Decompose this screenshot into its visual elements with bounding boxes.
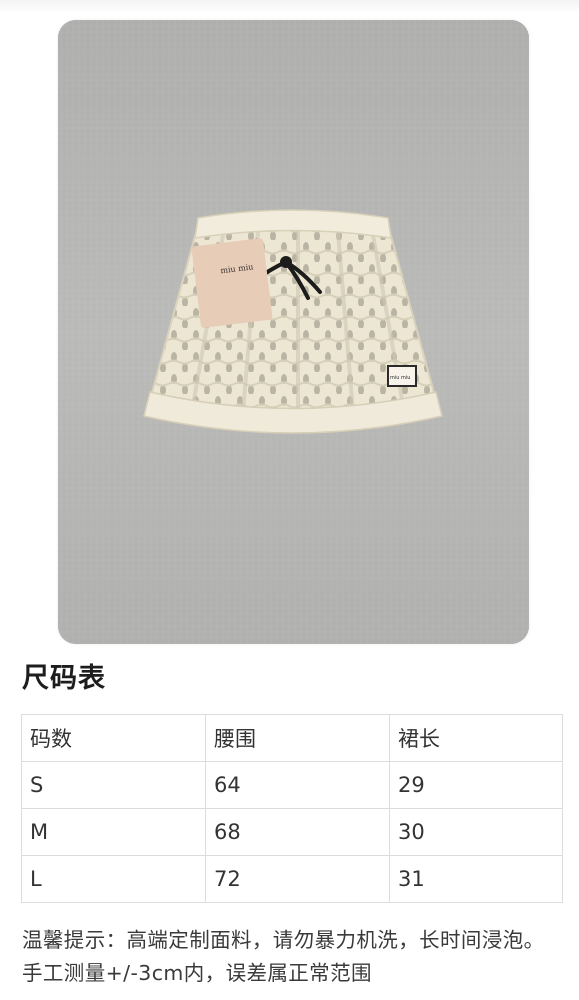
table-row: M 68 30 <box>21 808 563 856</box>
cell-size: S <box>21 761 206 809</box>
top-strip <box>0 0 579 14</box>
hang-tag: miu miu <box>191 237 273 328</box>
care-note: 温馨提示：高端定制面料，请勿暴力机洗，长时间浸泡。手工测量+/-3cm内，误差属… <box>22 928 545 985</box>
brand-patch: miu miu <box>387 365 417 387</box>
size-chart-table: 码数 腰围 裙长 S 64 29 M 68 30 L 72 31 <box>21 714 563 903</box>
header-size: 码数 <box>21 714 206 762</box>
cell-waist: 64 <box>205 761 390 809</box>
cell-length: 30 <box>389 808 563 856</box>
patch-brand-text: miu miu <box>390 375 410 381</box>
cell-size: M <box>21 808 206 856</box>
size-chart-title: 尺码表 <box>22 663 106 694</box>
product-page: miu miu miu miu 尺码表 码数 腰围 裙长 S 64 29 M 6… <box>0 0 579 1000</box>
cell-waist: 68 <box>205 808 390 856</box>
cell-length: 31 <box>389 855 563 903</box>
cell-waist: 72 <box>205 855 390 903</box>
header-waist: 腰围 <box>205 714 390 762</box>
table-row: S 64 29 <box>21 761 563 809</box>
header-length: 裙长 <box>389 714 563 762</box>
product-photo[interactable]: miu miu miu miu <box>58 20 529 644</box>
cell-length: 29 <box>389 761 563 809</box>
table-header-row: 码数 腰围 裙长 <box>21 714 563 762</box>
skirt-illustration: miu miu miu miu <box>58 20 529 644</box>
table-row: L 72 31 <box>21 855 563 903</box>
cell-size: L <box>21 855 206 903</box>
